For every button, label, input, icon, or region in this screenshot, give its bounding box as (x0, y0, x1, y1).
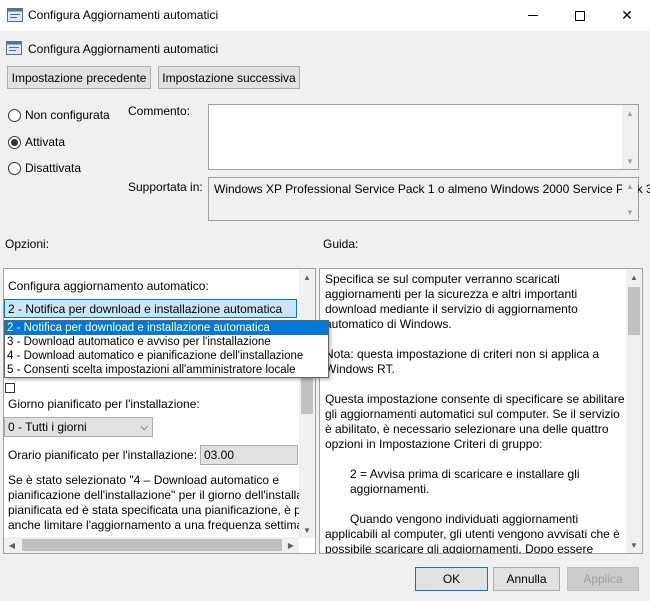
options-description: Se è stato selezionato "4 – Download aut… (8, 473, 300, 533)
guide-text: Specifica se sul computer verranno scari… (325, 272, 625, 554)
next-setting-button[interactable]: Impostazione successiva (158, 66, 300, 89)
options-vscrollbar[interactable]: ▲ ▼ (299, 269, 315, 538)
comment-label: Commento: (128, 104, 191, 118)
radio-circle[interactable] (8, 161, 21, 175)
config-label: Configura aggiornamento automatico: (8, 279, 209, 293)
scroll-up-icon[interactable]: ▲ (299, 269, 315, 285)
guide-paragraph: 2 = Avvisa prima di scaricare e installa… (350, 467, 580, 496)
description-line: Se è stato selezionato "4 – Download aut… (8, 473, 280, 487)
minimize-button[interactable] (510, 0, 556, 31)
ok-button[interactable]: OK (415, 567, 488, 591)
scroll-down-icon[interactable]: ▼ (626, 537, 642, 553)
dropdown-option[interactable]: 3 - Download automatico e avviso per l'i… (5, 335, 328, 349)
maximize-icon (575, 10, 585, 21)
dropdown-option[interactable]: 5 - Consenti scelta impostazioni all'amm… (5, 363, 328, 377)
scroll-up-icon[interactable]: ▲ (622, 178, 638, 194)
maximize-button[interactable] (557, 0, 603, 31)
scroll-up-icon[interactable]: ▲ (626, 269, 642, 285)
options-hscrollbar[interactable]: ◀ ▶ (4, 537, 299, 553)
dropdown-option[interactable]: 4 - Download automatico e pianificazione… (5, 349, 328, 363)
radio-not-configured[interactable]: Non configurata (8, 107, 110, 123)
setting-title: Configura Aggiornamenti automatici (28, 42, 219, 56)
scroll-thumb[interactable] (301, 374, 313, 414)
radio-label: Disattivata (25, 161, 82, 175)
policy-app-icon (7, 8, 23, 22)
policy-setting-icon (6, 41, 22, 55)
scroll-right-icon[interactable]: ▶ (283, 537, 299, 553)
guide-heading: Guida: (323, 237, 359, 251)
scroll-thumb[interactable] (22, 539, 282, 551)
radio-circle[interactable] (8, 108, 21, 122)
config-combobox[interactable]: 2 - Notifica per download e installazion… (4, 299, 297, 318)
title-bar: Configura Aggiornamenti automatici ✕ (0, 0, 650, 31)
radio-selected-dot (11, 138, 18, 146)
config-combobox-value: 2 - Notifica per download e installazion… (8, 301, 283, 316)
dropdown-option[interactable]: 2 - Notifica per download e installazion… (5, 321, 328, 335)
apply-button[interactable]: Applica (567, 567, 639, 591)
window-title: Configura Aggiornamenti automatici (28, 8, 219, 22)
config-dropdown-list: 2 - Notifica per download e installazion… (4, 320, 329, 378)
scroll-down-icon[interactable]: ▼ (622, 204, 638, 220)
day-combobox[interactable]: 0 - Tutti i giorni ⌵ (4, 417, 153, 437)
comment-scrollbar[interactable]: ▲ ▼ (622, 105, 638, 169)
guide-paragraph: Quando vengono individuati aggiornamenti… (325, 512, 620, 554)
supported-scrollbar[interactable]: ▲ ▼ (622, 178, 638, 220)
guide-paragraph: Questa impostazione consente di specific… (325, 392, 625, 451)
supported-textbox: Windows XP Professional Service Pack 1 o… (208, 177, 650, 221)
previous-setting-button[interactable]: Impostazione precedente (7, 66, 151, 89)
scroll-down-icon[interactable]: ▼ (299, 522, 315, 538)
guide-panel: Specifica se sul computer verranno scari… (319, 268, 643, 554)
scroll-down-icon[interactable]: ▼ (622, 153, 638, 169)
description-line: pianificata ed è stata specificata una p… (8, 503, 300, 517)
description-line: pianificazione dell'installazione" per i… (8, 488, 300, 502)
day-combobox-value: 0 - Tutti i giorni (8, 420, 87, 434)
time-label: Orario pianificato per l'installazione: (8, 448, 198, 462)
chevron-down-icon: ⌵ (140, 421, 148, 433)
supported-value: Windows XP Professional Service Pack 1 o… (214, 182, 650, 196)
scroll-left-icon[interactable]: ◀ (4, 537, 20, 553)
close-button[interactable]: ✕ (604, 0, 650, 31)
options-content: Configura aggiornamento automatico: 2 - … (4, 269, 300, 538)
options-panel: Configura aggiornamento automatico: 2 - … (3, 268, 316, 554)
cancel-button[interactable]: Annulla (493, 567, 560, 591)
time-input-value: 03.00 (204, 448, 235, 462)
scroll-thumb[interactable] (628, 287, 640, 335)
radio-label: Non configurata (25, 108, 110, 122)
day-label: Giorno pianificato per l'installazione: (8, 397, 200, 411)
guide-paragraph: Specifica se sul computer verranno scari… (325, 272, 578, 331)
close-icon: ✕ (621, 7, 633, 23)
radio-circle[interactable] (8, 135, 21, 149)
guide-scrollbar[interactable]: ▲ ▼ (626, 269, 642, 553)
description-line: anche limitare l'aggiornamento a una fre… (8, 518, 300, 532)
time-input[interactable]: 03.00 (200, 445, 298, 465)
radio-enabled[interactable]: Attivata (8, 134, 65, 150)
radio-label: Attivata (25, 135, 66, 149)
scroll-up-icon[interactable]: ▲ (622, 105, 638, 121)
comment-textarea[interactable]: ▲ ▼ (208, 104, 639, 170)
minimize-icon (528, 15, 538, 16)
option-checkbox[interactable] (5, 383, 15, 393)
radio-disabled[interactable]: Disattivata (8, 160, 81, 176)
guide-paragraph: Nota: questa impostazione di criteri non… (325, 347, 600, 376)
options-heading: Opzioni: (5, 237, 50, 251)
supported-label: Supportata in: (128, 180, 203, 194)
